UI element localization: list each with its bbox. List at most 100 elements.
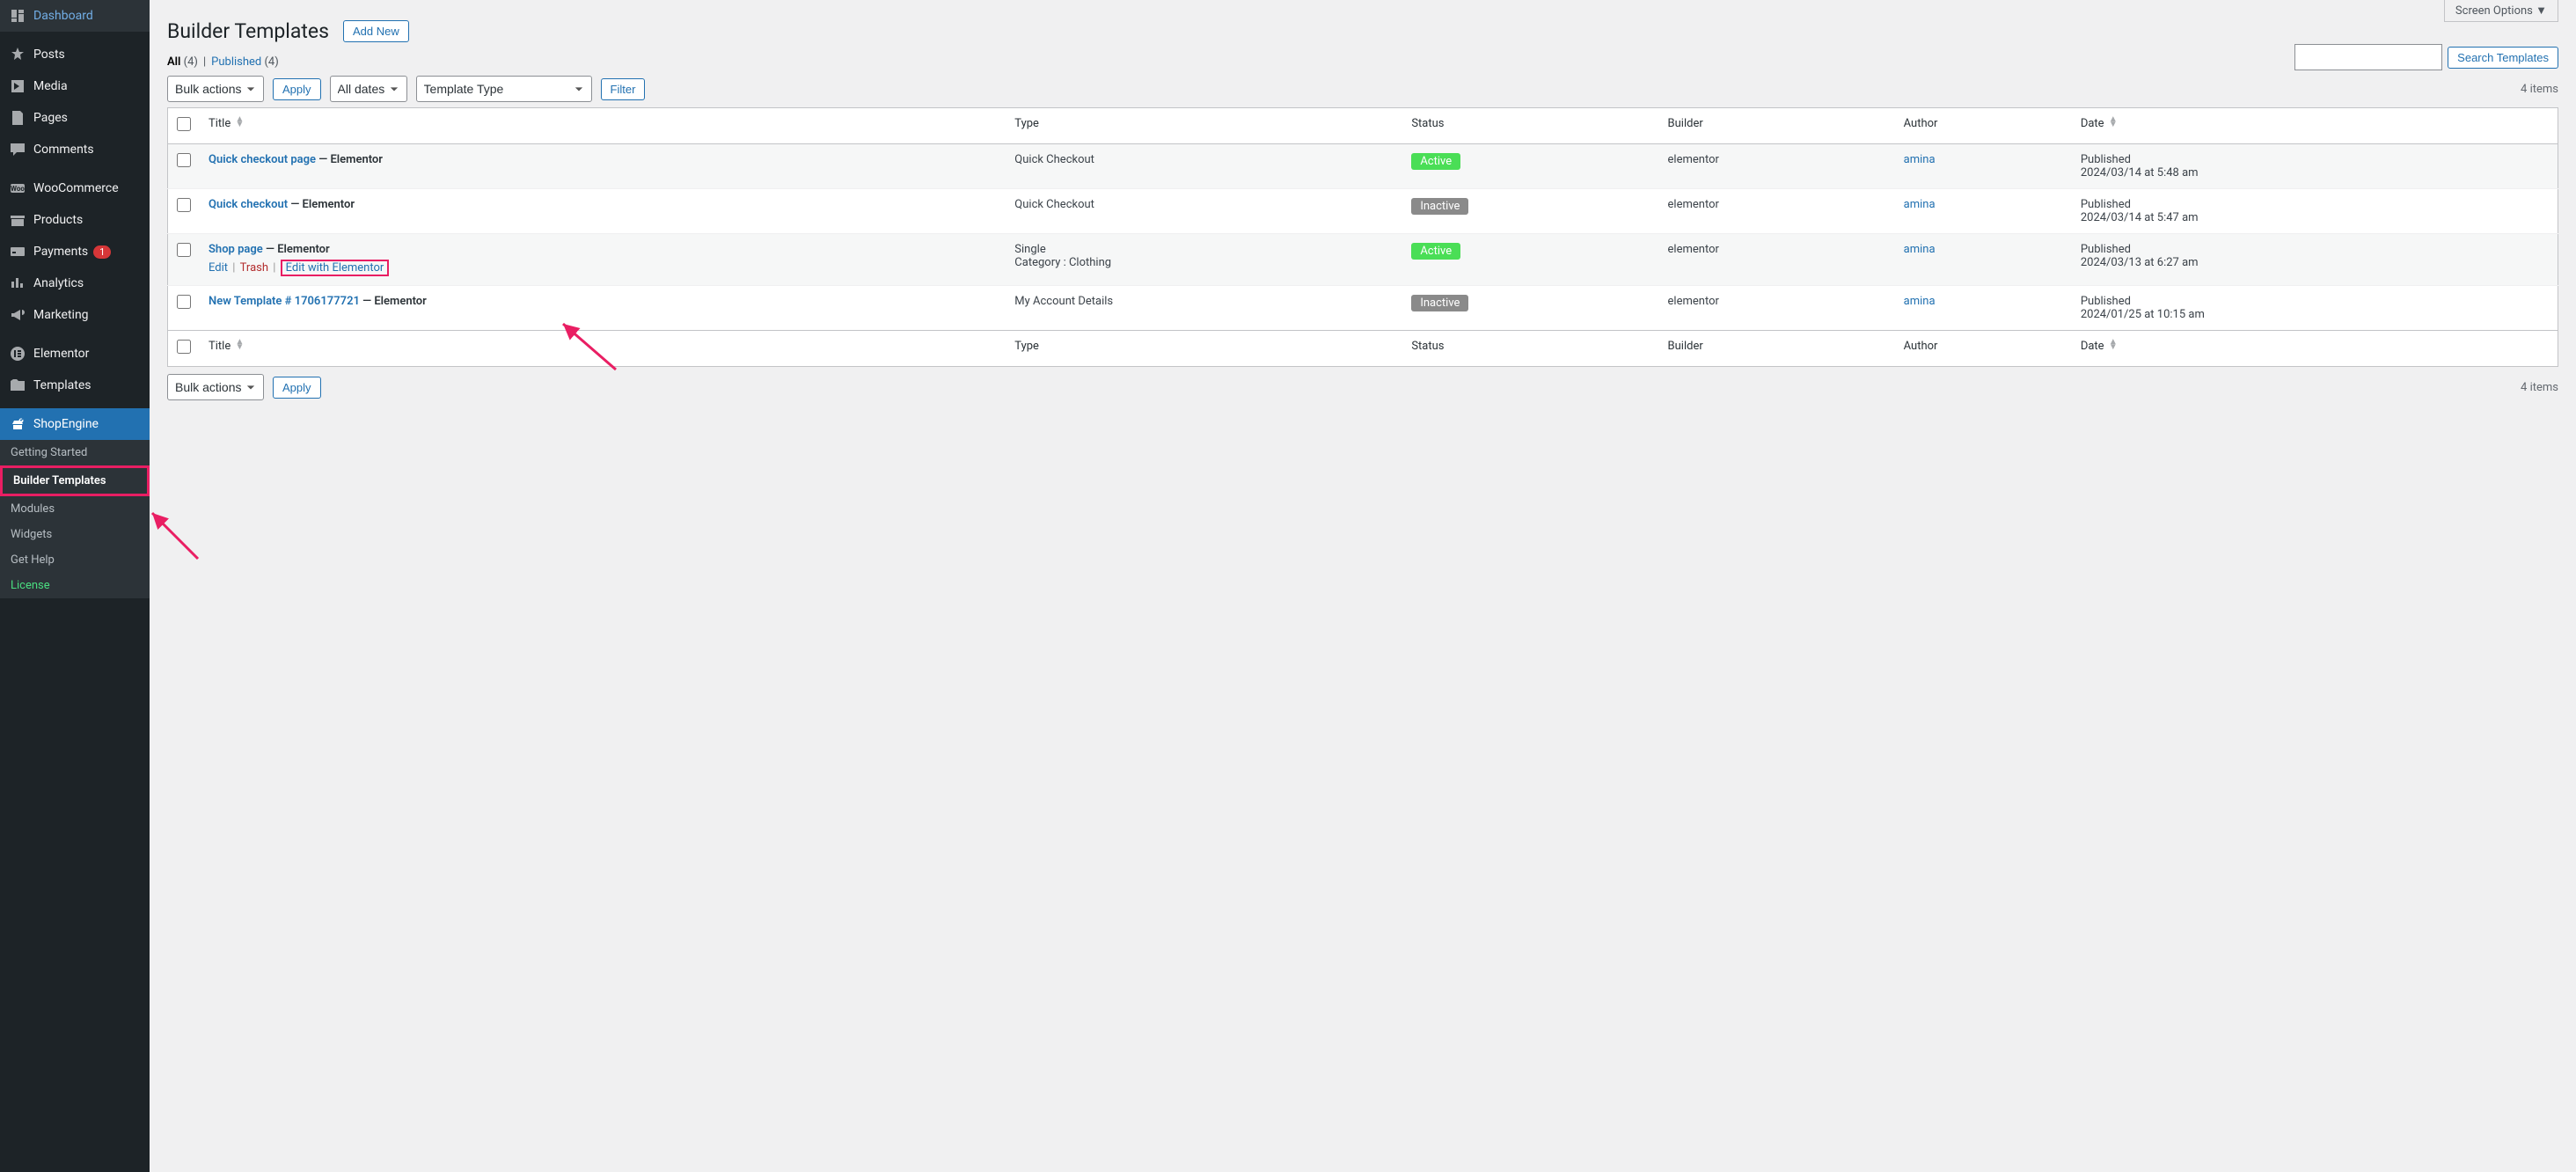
submenu-item-getting-started[interactable]: Getting Started xyxy=(0,440,150,465)
sidebar-item-elementor[interactable]: Elementor xyxy=(0,338,150,370)
sidebar-item-templates[interactable]: Templates xyxy=(0,370,150,401)
bulk-actions-select-bottom[interactable]: Bulk actions xyxy=(167,374,264,400)
author-link[interactable]: amina xyxy=(1904,198,1936,211)
submenu-item-get-help[interactable]: Get Help xyxy=(0,547,150,573)
column-type-footer: Type xyxy=(1006,331,1402,367)
dashboard-icon xyxy=(9,7,26,25)
column-type-header: Type xyxy=(1006,108,1402,144)
sidebar-item-woocommerce[interactable]: WooWooCommerce xyxy=(0,172,150,204)
sidebar-item-posts[interactable]: Posts xyxy=(0,39,150,70)
sidebar-item-label: Payments xyxy=(33,245,88,259)
products-icon xyxy=(9,211,26,229)
templates-table: Title ▲▼ Type Status Builder Author Date… xyxy=(167,107,2558,367)
sort-icon: ▲▼ xyxy=(2109,117,2118,128)
row-title-link[interactable]: New Template # 1706177721 xyxy=(209,295,360,308)
table-row: Quick checkout page — ElementorQuick Che… xyxy=(168,144,2558,189)
table-row: Shop page — ElementorEdit | Trash | Edit… xyxy=(168,234,2558,286)
search-templates-button[interactable]: Search Templates xyxy=(2448,47,2558,69)
trash-link[interactable]: Trash xyxy=(240,261,268,275)
chevron-down-icon: ▼ xyxy=(2536,4,2547,18)
author-link[interactable]: amina xyxy=(1904,153,1936,166)
table-footer: Title ▲▼ Type Status Builder Author Date… xyxy=(168,331,2558,367)
column-status-footer: Status xyxy=(1402,331,1658,367)
sidebar-item-analytics[interactable]: Analytics xyxy=(0,267,150,299)
apply-bulk-button[interactable]: Apply xyxy=(273,78,321,100)
bulk-actions-select[interactable]: Bulk actions xyxy=(167,76,264,102)
row-checkbox[interactable] xyxy=(177,153,191,167)
sidebar-item-marketing[interactable]: Marketing xyxy=(0,299,150,331)
submenu-item-builder-templates[interactable]: Builder Templates xyxy=(0,465,150,496)
screen-options-toggle[interactable]: Screen Options ▼ xyxy=(2444,0,2558,22)
edit-link[interactable]: Edit xyxy=(209,261,228,275)
page-icon xyxy=(9,109,26,127)
sidebar-item-label: Templates xyxy=(33,378,91,392)
select-all-checkbox[interactable] xyxy=(177,117,191,131)
sidebar-item-shopengine[interactable]: ShopEngine xyxy=(0,408,150,440)
table-row: New Template # 1706177721 — ElementorMy … xyxy=(168,286,2558,331)
sidebar-item-payments[interactable]: Payments 1 xyxy=(0,236,150,267)
sort-icon: ▲▼ xyxy=(235,117,244,128)
author-link[interactable]: amina xyxy=(1904,243,1936,256)
sidebar-item-media[interactable]: Media xyxy=(0,70,150,102)
edit-with-elementor-link[interactable]: Edit with Elementor xyxy=(286,261,384,275)
payments-icon xyxy=(9,243,26,260)
search-input[interactable] xyxy=(2294,44,2442,70)
view-published-count: (4) xyxy=(264,55,278,69)
column-date-footer[interactable]: Date ▲▼ xyxy=(2072,331,2558,367)
cell-builder: elementor xyxy=(1659,234,1895,286)
column-author-header: Author xyxy=(1895,108,2072,144)
column-title-footer[interactable]: Title ▲▼ xyxy=(200,331,1006,367)
badge: 1 xyxy=(93,245,111,259)
marketing-icon xyxy=(9,306,26,324)
analytics-icon xyxy=(9,275,26,292)
status-badge: Inactive xyxy=(1411,295,1468,311)
sidebar-item-comments[interactable]: Comments xyxy=(0,134,150,165)
sidebar-item-label: ShopEngine xyxy=(33,417,99,431)
sidebar-item-label: Marketing xyxy=(33,308,89,322)
row-title-link[interactable]: Quick checkout xyxy=(209,198,288,211)
cell-date: Published2024/03/14 at 5:48 am xyxy=(2072,144,2558,189)
page-title: Builder Templates xyxy=(167,19,329,43)
sidebar-item-products[interactable]: Products xyxy=(0,204,150,236)
view-all-link[interactable]: All xyxy=(167,55,180,69)
row-checkbox[interactable] xyxy=(177,243,191,257)
add-new-button[interactable]: Add New xyxy=(343,20,409,42)
sidebar-item-dashboard[interactable]: Dashboard xyxy=(0,0,150,32)
sidebar-item-label: Dashboard xyxy=(33,9,93,23)
select-all-checkbox-footer[interactable] xyxy=(177,340,191,354)
author-link[interactable]: amina xyxy=(1904,295,1936,308)
apply-bulk-button-bottom[interactable]: Apply xyxy=(273,377,321,399)
row-title-link[interactable]: Quick checkout page xyxy=(209,153,316,166)
separator: | xyxy=(203,55,206,69)
comment-icon xyxy=(9,141,26,158)
woo-icon: Woo xyxy=(9,179,26,197)
column-status-header: Status xyxy=(1402,108,1658,144)
tablenav-bottom: Bulk actions Apply 4 items xyxy=(167,374,2558,400)
row-checkbox[interactable] xyxy=(177,295,191,309)
search-box: Search Templates xyxy=(2294,44,2558,70)
cell-type: My Account Details xyxy=(1006,286,1402,331)
column-date-header[interactable]: Date ▲▼ xyxy=(2072,108,2558,144)
column-title-header[interactable]: Title ▲▼ xyxy=(200,108,1006,144)
date-filter-select[interactable]: All dates xyxy=(330,76,407,102)
sidebar-item-label: Products xyxy=(33,213,83,227)
svg-text:Woo: Woo xyxy=(11,185,25,193)
submenu-item-license[interactable]: License xyxy=(0,573,150,598)
submenu-item-modules[interactable]: Modules xyxy=(0,496,150,522)
column-builder-footer: Builder xyxy=(1659,331,1895,367)
submenu-item-widgets[interactable]: Widgets xyxy=(0,522,150,547)
sidebar-item-label: Elementor xyxy=(33,347,89,361)
table-header: Title ▲▼ Type Status Builder Author Date… xyxy=(168,108,2558,144)
row-checkbox[interactable] xyxy=(177,198,191,212)
items-count: 4 items xyxy=(2521,83,2558,96)
cell-type: Quick Checkout xyxy=(1006,144,1402,189)
sidebar-item-pages[interactable]: Pages xyxy=(0,102,150,134)
view-published-link[interactable]: Published xyxy=(211,55,261,69)
filter-button[interactable]: Filter xyxy=(601,78,646,100)
main-content: Screen Options ▼ Builder Templates Add N… xyxy=(150,0,2576,1172)
row-title-link[interactable]: Shop page xyxy=(209,243,263,256)
template-type-select[interactable]: Template Type xyxy=(416,76,592,102)
status-badge: Inactive xyxy=(1411,198,1468,215)
sidebar-item-label: Comments xyxy=(33,143,94,157)
sort-icon: ▲▼ xyxy=(235,340,244,350)
